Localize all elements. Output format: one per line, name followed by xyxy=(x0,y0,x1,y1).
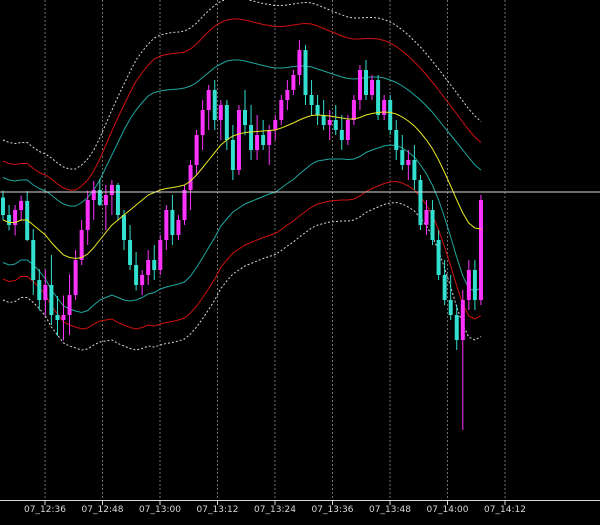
candle-body xyxy=(400,150,405,165)
candle-body xyxy=(176,220,181,235)
candle-body xyxy=(267,130,272,145)
candle-body xyxy=(255,135,260,150)
candle xyxy=(478,195,483,305)
candle-body xyxy=(109,185,114,195)
candle-body xyxy=(212,90,217,120)
candle-body xyxy=(424,210,429,225)
candle-body xyxy=(309,95,314,105)
candle-body xyxy=(273,120,278,130)
candle xyxy=(115,183,120,220)
candle-body xyxy=(472,270,477,300)
candle xyxy=(388,95,393,135)
x-tick-label: 07_13:00 xyxy=(139,505,181,515)
candle-body xyxy=(67,295,72,315)
candle-body xyxy=(388,100,393,130)
candle xyxy=(376,75,381,120)
candle-body xyxy=(200,110,205,135)
candle-body xyxy=(55,315,60,320)
candle-body xyxy=(454,315,459,340)
candle-body xyxy=(170,210,175,235)
candle-body xyxy=(115,185,120,215)
candle-body xyxy=(230,140,235,170)
candle-body xyxy=(321,115,326,125)
candle-body xyxy=(315,105,320,115)
candlestick-chart: 07_12:36 07_12:48 07_13:00 07_13:12 07_13:24… xyxy=(0,0,600,525)
candle-body xyxy=(370,80,375,95)
candle-body xyxy=(333,120,338,130)
candle-body xyxy=(206,90,211,110)
candle-body xyxy=(261,135,266,145)
chart-canvas: 07_12:36 07_12:48 07_13:00 07_13:12 07_13:24… xyxy=(0,0,600,525)
candle-body xyxy=(345,120,350,140)
candle-body xyxy=(394,130,399,150)
candle-body xyxy=(478,200,483,300)
x-tick-label: 07_13:36 xyxy=(312,505,354,515)
candle-body xyxy=(31,240,36,280)
candle-body xyxy=(158,240,163,270)
candle-body xyxy=(357,70,362,100)
candle-body xyxy=(188,165,193,190)
candle xyxy=(158,235,163,275)
candle-body xyxy=(134,265,139,285)
candle-body xyxy=(182,190,187,220)
x-tick-label: 07_12:48 xyxy=(82,505,124,515)
candle-body xyxy=(412,160,417,180)
candle-body xyxy=(103,195,108,205)
x-tick-label: 07_13:24 xyxy=(254,505,296,515)
candle-body xyxy=(243,110,247,125)
candle-body xyxy=(448,300,453,315)
candle-body xyxy=(303,50,308,95)
candle-body xyxy=(7,215,12,225)
candle-body xyxy=(19,201,24,210)
candle-body xyxy=(406,160,411,165)
candle-body xyxy=(364,70,368,95)
candle-body xyxy=(351,100,356,120)
candle-body xyxy=(122,215,126,240)
candle-body xyxy=(436,240,441,275)
candle-body xyxy=(339,130,344,140)
candle-body xyxy=(418,180,423,225)
candle xyxy=(182,185,187,225)
candle-body xyxy=(218,105,223,120)
candle-body xyxy=(327,120,332,125)
x-tick-label: 07_13:48 xyxy=(369,505,411,515)
candle-body xyxy=(140,275,145,285)
candle-body xyxy=(382,100,387,115)
candle-body xyxy=(194,135,199,165)
x-tick-label: 07_13:12 xyxy=(197,505,239,515)
candle-body xyxy=(85,200,90,230)
candle-body xyxy=(297,50,302,75)
candle-body xyxy=(49,285,54,315)
x-tick-label: 07_14:12 xyxy=(484,505,526,515)
candle-body xyxy=(224,105,229,140)
candle-body xyxy=(73,260,78,295)
x-tick-label: 07_12:36 xyxy=(24,505,66,515)
candle xyxy=(236,105,241,175)
candle-body xyxy=(236,110,241,170)
candle xyxy=(418,175,423,230)
candle-body xyxy=(37,280,42,300)
candle-body xyxy=(61,315,66,320)
x-tick-label: 07_14:00 xyxy=(427,505,469,515)
candle-body xyxy=(164,210,169,240)
chart-background xyxy=(0,0,600,525)
candle-body xyxy=(291,75,296,90)
candle-body xyxy=(152,260,157,270)
candle-body xyxy=(43,285,48,300)
candle-body xyxy=(279,100,284,120)
candle-body xyxy=(146,260,151,275)
candle-body xyxy=(430,210,435,240)
candle-body xyxy=(376,80,381,115)
candle-body xyxy=(285,90,290,100)
candle-body xyxy=(79,230,84,260)
candle-body xyxy=(460,300,465,340)
candle-body xyxy=(249,125,254,150)
candle-body xyxy=(442,275,447,300)
candle-body xyxy=(466,270,471,300)
candle-body xyxy=(128,240,133,265)
candle-body xyxy=(1,197,5,215)
